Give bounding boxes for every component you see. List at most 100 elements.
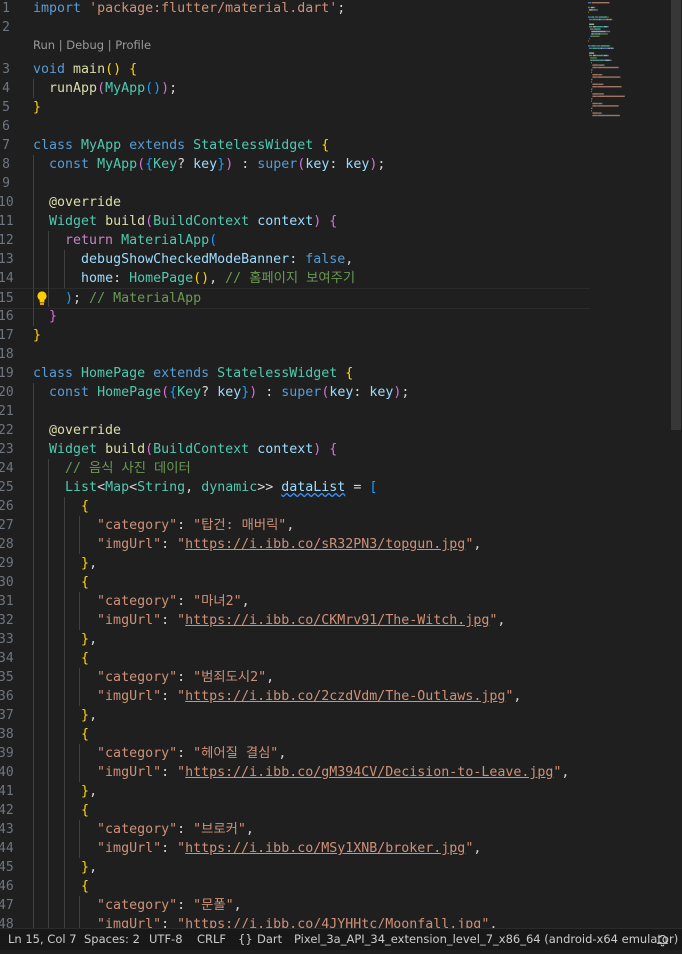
code-token: [ (369, 480, 378, 495)
code-text: "imgUrl": "https://i.ibb.co/gM394CV/Deci… (33, 763, 569, 782)
code-line[interactable]: 38 { (0, 725, 590, 744)
code-token: 'package:flutter/material.dart' (89, 1, 338, 16)
code-line[interactable]: 23 Widget build(BuildContext context) { (0, 440, 590, 459)
code-token: // MaterialApp (89, 291, 202, 306)
encoding[interactable]: UTF-8 (149, 929, 183, 950)
code-token: ; (377, 157, 386, 172)
line-number: 28 (0, 537, 14, 552)
code-line[interactable]: 7 class MyApp extends StatelessWidget { (0, 136, 590, 155)
code-token: } (81, 784, 90, 799)
minimap[interactable] (586, 0, 670, 130)
code-token: ? (201, 385, 218, 400)
braces-icon[interactable]: {} (238, 929, 253, 950)
code-line[interactable]: 16 } (0, 307, 590, 326)
line-number: 12 (0, 233, 14, 248)
code-line[interactable]: 28 "imgUrl": "https://i.ibb.co/sR32PN3/t… (0, 535, 590, 554)
code-text: "category": "범죄도시2", (33, 668, 274, 687)
line-number: 30 (0, 575, 14, 590)
code-line[interactable]: 5} (0, 98, 590, 117)
code-line[interactable]: 4 runApp(MyApp()); (0, 79, 590, 98)
code-text: class MyApp extends StatelessWidget { (33, 136, 329, 155)
code-token: build (105, 442, 146, 457)
codelens-profile[interactable]: Profile (115, 38, 151, 52)
code-line[interactable]: 9 (0, 174, 590, 193)
code-line[interactable]: 45 }, (0, 858, 590, 877)
code-line[interactable]: 36 "imgUrl": "https://i.ibb.co/2czdVdm/T… (0, 687, 590, 706)
code-token: >> (257, 480, 282, 495)
code-line[interactable]: 21 (0, 402, 590, 421)
code-line[interactable]: 46 { (0, 877, 590, 896)
codelens-run[interactable]: Run (33, 38, 55, 52)
code-line[interactable]: 14 home: HomePage(), // 홈페이지 보여주기 (0, 269, 590, 288)
code-line[interactable]: 30 { (0, 573, 590, 592)
vertical-scrollbar[interactable] (670, 0, 682, 928)
code-line[interactable]: 47 "category": "문폴", (0, 896, 590, 915)
code-line[interactable]: 48 "imgUrl": "https://i.ibb.co/4JYHHtc/M… (0, 915, 590, 928)
code-line[interactable]: 13 debugShowCheckedModeBanner: false, (0, 250, 590, 269)
code-line[interactable]: 31 "category": "마녀2", (0, 592, 590, 611)
codelens-debug[interactable]: Debug (66, 38, 104, 52)
code-line[interactable]: 3 void main() { (0, 60, 590, 79)
code-token: https://i.ibb.co/CKMrv91/The-Witch.jpg (185, 613, 490, 628)
scrollbar-thumb[interactable] (671, 0, 681, 430)
code-line[interactable]: 44 "imgUrl": "https://i.ibb.co/MSy1XNB/b… (0, 839, 590, 858)
code-line[interactable]: 20 const HomePage({Key? key}) : super(ke… (0, 383, 590, 402)
device-selector[interactable]: Pixel_3a_API_34_extension_level_7_x86_64… (294, 929, 678, 950)
code-token: { (129, 62, 138, 77)
code-line[interactable]: 43 "category": "브로커", (0, 820, 590, 839)
line-number: 5 (2, 100, 10, 115)
code-line[interactable]: 12 return MaterialApp( (0, 231, 590, 250)
code-line[interactable]: 10 @override (0, 193, 590, 212)
code-line[interactable]: 19 class HomePage extends StatelessWidget… (0, 364, 590, 383)
code-line[interactable]: 40 "imgUrl": "https://i.ibb.co/gM394CV/D… (0, 763, 590, 782)
code-token: // 음식 사진 데이터 (65, 461, 191, 476)
code-line[interactable]: 37 }, (0, 706, 590, 725)
line-number: 29 (0, 556, 14, 571)
code-line[interactable]: 6 (0, 117, 590, 136)
code-line[interactable]: 33 }, (0, 630, 590, 649)
code-line[interactable]: 2 (0, 18, 590, 37)
code-line[interactable]: 22 @override (0, 421, 590, 440)
code-line[interactable]: 42 { (0, 801, 590, 820)
code-line[interactable]: 18 (0, 345, 590, 364)
code-line[interactable]: 27 "category": "탑건: 매버릭", (0, 516, 590, 535)
line-number: 2 (2, 20, 10, 35)
language-mode[interactable]: Dart (257, 929, 282, 950)
code-line[interactable]: 39 "category": "헤어질 결심", (0, 744, 590, 763)
code-token: : (161, 917, 178, 928)
notifications-icon[interactable] (656, 933, 669, 954)
code-editor[interactable]: Run | Debug | Profile 1 import 'package:f… (0, 0, 682, 928)
code-line[interactable]: 1 import 'package:flutter/material.dart'; (0, 0, 590, 18)
cursor-position[interactable]: Ln 15, Col 7 (8, 929, 77, 950)
code-line[interactable]: 34 { (0, 649, 590, 668)
code-line[interactable]: 11 Widget build(BuildContext context) { (0, 212, 590, 231)
line-number: 22 (0, 423, 14, 438)
code-line[interactable]: 41 }, (0, 782, 590, 801)
code-token: , (89, 784, 98, 799)
code-token: String (137, 480, 186, 495)
end-of-line[interactable]: CRLF (197, 929, 226, 950)
code-line[interactable]: 8 const MyApp({Key? key}) : super(key: k… (0, 155, 590, 174)
code-line[interactable]: 15 ); // MaterialApp (0, 288, 590, 309)
line-number: 15 (0, 291, 14, 306)
lightbulb-icon[interactable] (35, 289, 49, 308)
code-line[interactable]: 35 "category": "범죄도시2", (0, 668, 590, 687)
code-token: " (177, 689, 186, 704)
code-line[interactable]: 29 }, (0, 554, 590, 573)
code-line[interactable]: 17} (0, 326, 590, 345)
indent-guide (48, 459, 49, 928)
code-line[interactable]: 25 List<Map<String, dynamic>> dataList =… (0, 478, 590, 497)
code-token: () (105, 62, 122, 77)
code-line[interactable]: 26 { (0, 497, 590, 516)
code-line[interactable]: 32 "imgUrl": "https://i.ibb.co/CKMrv91/T… (0, 611, 590, 630)
indent-guide (79, 516, 80, 554)
indentation[interactable]: Spaces: 2 (84, 929, 140, 950)
code-line[interactable]: 24 // 음식 사진 데이터 (0, 459, 590, 478)
code-token: : (177, 746, 194, 761)
code-text: }, (33, 782, 97, 801)
